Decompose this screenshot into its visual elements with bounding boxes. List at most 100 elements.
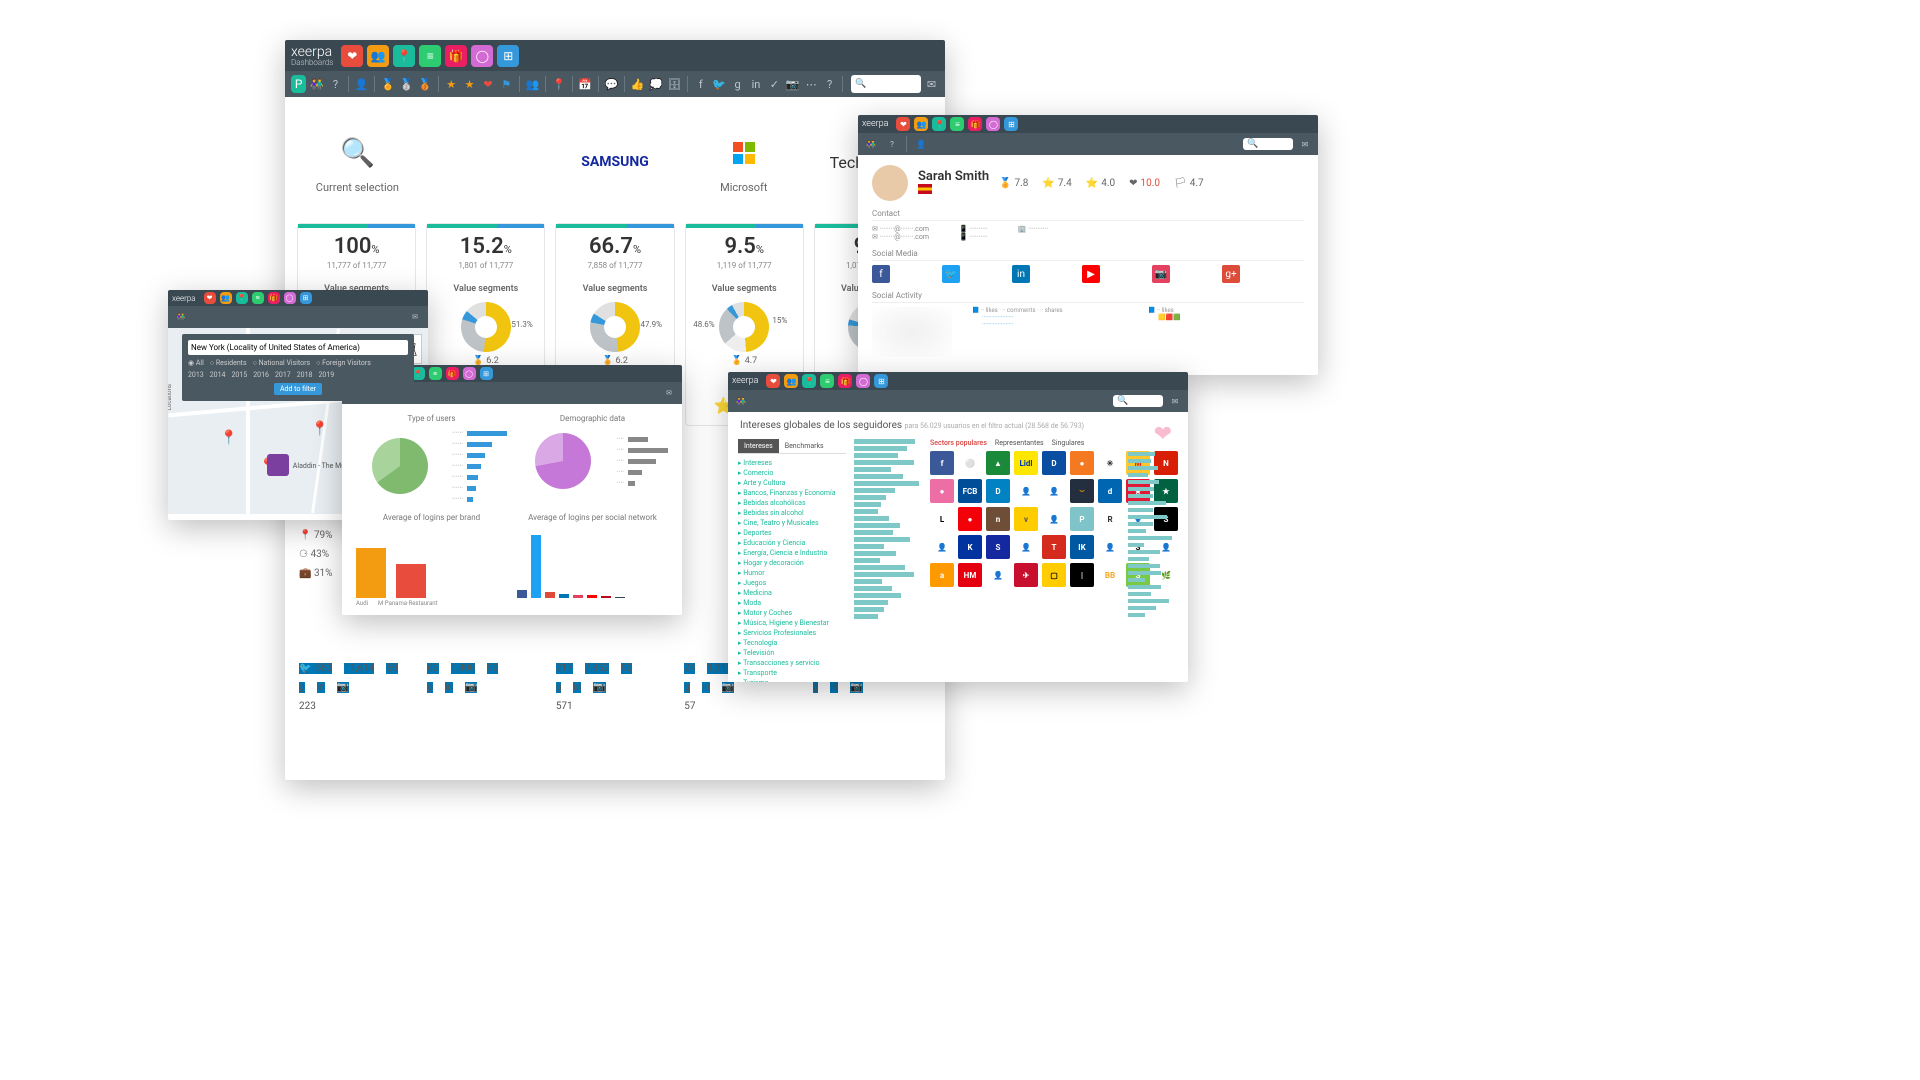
- mail-icon[interactable]: ✉: [1166, 392, 1184, 410]
- brand-cell[interactable]: n: [986, 507, 1010, 531]
- tool-star2-icon[interactable]: ★: [462, 75, 477, 93]
- tool-icon[interactable]: 👫: [862, 135, 880, 153]
- search-input[interactable]: 🔍: [1243, 138, 1293, 150]
- tool-fb-icon[interactable]: f: [693, 75, 708, 93]
- map-marker-aladdin[interactable]: [267, 454, 289, 476]
- category-item[interactable]: ▸ Medicina: [738, 588, 846, 598]
- tool-icon[interactable]: 👤: [912, 135, 930, 153]
- category-item[interactable]: ▸ Humor: [738, 568, 846, 578]
- brand-cell[interactable]: HM: [958, 563, 982, 587]
- search-input[interactable]: 🔍: [1113, 395, 1163, 407]
- nav-icon[interactable]: 🎁: [268, 292, 280, 304]
- nav-icon[interactable]: ⊞: [1004, 117, 1018, 131]
- brand-cell[interactable]: FCB: [958, 479, 982, 503]
- nav-icon[interactable]: ≡: [429, 367, 442, 380]
- brand-cell[interactable]: 👤: [930, 535, 954, 559]
- nav-icon[interactable]: 👥: [784, 374, 798, 388]
- brand-apple[interactable]: [430, 117, 543, 207]
- tab-singulares[interactable]: Singulares: [1052, 439, 1085, 447]
- nav-icon[interactable]: ◯: [284, 292, 296, 304]
- nav-icon[interactable]: ≡: [950, 117, 964, 131]
- nav-icon[interactable]: 👥: [220, 292, 232, 304]
- brand-cell[interactable]: D: [986, 479, 1010, 503]
- brand-cell[interactable]: a: [930, 563, 954, 587]
- brand-cell[interactable]: v: [1014, 507, 1038, 531]
- category-item[interactable]: ▸ Motor y Coches: [738, 608, 846, 618]
- brand-cell[interactable]: ▢: [1042, 563, 1066, 587]
- search-input[interactable]: 🔍: [851, 75, 921, 93]
- category-item[interactable]: ▸ Comercio: [738, 468, 846, 478]
- brand-cell[interactable]: ●: [1070, 451, 1094, 475]
- brand-current-selection[interactable]: 🔍 Current selection: [301, 117, 414, 207]
- yt-icon[interactable]: ▶: [1082, 265, 1100, 283]
- nav-icon[interactable]: ⊞: [300, 292, 312, 304]
- nav-icon-stack[interactable]: ≡: [419, 45, 441, 67]
- tool-people-icon[interactable]: 👫: [309, 75, 324, 93]
- filter-all[interactable]: ◉ All: [188, 359, 204, 367]
- category-item[interactable]: ▸ Tecnología: [738, 638, 846, 648]
- nav-icon-pin[interactable]: 📍: [393, 45, 415, 67]
- tool-comment-icon[interactable]: 💬: [604, 75, 619, 93]
- category-item[interactable]: ▸ Turismo: [738, 678, 846, 682]
- nav-icon[interactable]: ❤: [766, 374, 780, 388]
- add-to-filter-button[interactable]: Add to filter: [274, 383, 322, 395]
- brand-cell[interactable]: 👤: [1042, 507, 1066, 531]
- nav-icon[interactable]: 📍: [932, 117, 946, 131]
- nav-icon[interactable]: ❤: [896, 117, 910, 131]
- mail-icon[interactable]: ✉: [406, 308, 424, 326]
- brand-cell[interactable]: S: [986, 535, 1010, 559]
- map-search-input[interactable]: [188, 340, 408, 355]
- tab-intereses[interactable]: Intereses: [738, 439, 779, 453]
- tool-group-icon[interactable]: 👥: [525, 75, 540, 93]
- category-item[interactable]: ▸ Intereses: [738, 458, 846, 468]
- nav-icon[interactable]: 👥: [914, 117, 928, 131]
- tool-flag-icon[interactable]: ⚑: [499, 75, 514, 93]
- tool-cam-icon[interactable]: 📷: [785, 75, 800, 93]
- tool-check-icon[interactable]: ✓: [767, 75, 782, 93]
- nav-icon[interactable]: 📍: [802, 374, 816, 388]
- category-item[interactable]: ▸ Bebidas sin alcohol: [738, 508, 846, 518]
- tw-icon[interactable]: 🐦: [942, 265, 960, 283]
- tool-medal3-icon[interactable]: 🥉: [417, 75, 432, 93]
- fb-icon[interactable]: f: [872, 265, 890, 283]
- brand-cell[interactable]: 👤: [1014, 535, 1038, 559]
- brand-microsoft[interactable]: Microsoft: [687, 117, 800, 207]
- category-item[interactable]: ▸ Televisión: [738, 648, 846, 658]
- brand-cell[interactable]: Lidl: [1014, 451, 1038, 475]
- nav-icon-heart[interactable]: ❤: [341, 45, 363, 67]
- tab-representantes[interactable]: Representantes: [995, 439, 1044, 447]
- mail-icon[interactable]: ✉: [1296, 135, 1314, 153]
- nav-icon-gift[interactable]: 🎁: [445, 45, 467, 67]
- tool-p-icon[interactable]: P: [291, 75, 306, 93]
- nav-icon[interactable]: ◯: [986, 117, 1000, 131]
- gp-icon[interactable]: g+: [1222, 265, 1240, 283]
- tool-medal1-icon[interactable]: 🏅: [380, 75, 395, 93]
- brand-cell[interactable]: ●: [958, 507, 982, 531]
- brand-cell[interactable]: BB: [1098, 563, 1122, 587]
- tool-thumb-icon[interactable]: 👍: [630, 75, 645, 93]
- tab-sectors[interactable]: Sectors populares: [930, 439, 987, 447]
- brand-cell[interactable]: ⚪: [958, 451, 982, 475]
- nav-icon[interactable]: ◯: [856, 374, 870, 388]
- ig-icon[interactable]: 📷: [1152, 265, 1170, 283]
- category-item[interactable]: ▸ Juegos: [738, 578, 846, 588]
- brand-cell[interactable]: ▲: [986, 451, 1010, 475]
- category-item[interactable]: ▸ Deportes: [738, 528, 846, 538]
- nav-icon[interactable]: ≡: [820, 374, 834, 388]
- tool-chat-icon[interactable]: 💭: [648, 75, 663, 93]
- tool-in-icon[interactable]: in: [748, 75, 763, 93]
- nav-icon[interactable]: ❤: [204, 292, 216, 304]
- category-item[interactable]: ▸ Música, Higiene y Bienestar: [738, 618, 846, 628]
- category-item[interactable]: ▸ Transporte: [738, 668, 846, 678]
- tool-heart-icon[interactable]: ❤: [480, 75, 495, 93]
- filter-national[interactable]: ○ National Visitors: [253, 359, 311, 367]
- brand-cell[interactable]: P: [1070, 507, 1094, 531]
- nav-icon[interactable]: ◯: [463, 367, 476, 380]
- brand-cell[interactable]: K: [958, 535, 982, 559]
- brand-cell[interactable]: ●: [930, 479, 954, 503]
- nav-icon[interactable]: ⊞: [480, 367, 493, 380]
- filter-residents[interactable]: ○ Residents: [210, 359, 247, 367]
- brand-cell[interactable]: ⌣: [1070, 479, 1094, 503]
- brand-cell[interactable]: |: [1070, 563, 1094, 587]
- brand-cell[interactable]: T: [1042, 535, 1066, 559]
